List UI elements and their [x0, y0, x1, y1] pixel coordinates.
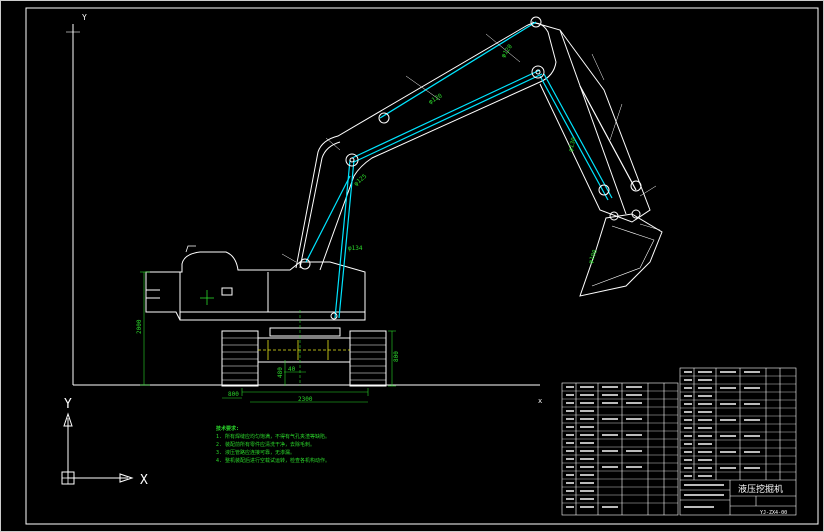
- boom-labels: φ120 φ120 φ130 φ125 φ134 φ100: [348, 43, 599, 265]
- parts-list-table: [561, 382, 679, 516]
- title-block-drawing-no: YJ-ZX4-00: [760, 510, 787, 516]
- undercarriage-hydraulics: [258, 340, 350, 360]
- inner-frame: [25, 7, 819, 525]
- dim-overhang: 800: [228, 391, 239, 398]
- dim-track-height: 800: [393, 351, 400, 362]
- arm: [531, 21, 651, 223]
- dim-track-width: 2300: [298, 396, 313, 403]
- note-item: 2. 装配前所有零件应清洗干净，去除毛刺。: [216, 442, 316, 448]
- note-item: 3. 液压管路应连接可靠，无渗漏。: [216, 450, 296, 456]
- upper-structure: [145, 245, 366, 321]
- note-item: 4. 整机装配后进行空载试运转，检查各机构动作。: [216, 458, 331, 464]
- boom-label: φ120: [500, 43, 514, 59]
- boom-label: φ130: [567, 136, 578, 152]
- dim-height: 2000: [136, 319, 143, 334]
- boom: [295, 22, 557, 271]
- dim-clearance: 480: [277, 367, 284, 378]
- ucs-icon: Y X: [61, 397, 148, 488]
- crawler-tracks: [221, 327, 387, 387]
- ucs-y-label: Y: [64, 397, 72, 412]
- dimension-texts: 2000 800 480 40 800 2300: [136, 319, 400, 403]
- boom-label: φ120: [428, 92, 444, 105]
- technical-notes: 技术要求: 1. 所有焊缝应均匀饱满，不得有气孔夹渣等缺陷。 2. 装配前所有零…: [216, 425, 330, 465]
- coordinate-axes: Y x: [66, 13, 542, 405]
- notes-title: 技术要求:: [216, 426, 240, 432]
- center-mark: [200, 290, 214, 305]
- axis-y-label: Y: [82, 13, 87, 22]
- ucs-x-label: X: [140, 473, 148, 488]
- axis-x-label: x: [538, 397, 542, 405]
- boom-label: φ100: [587, 248, 599, 264]
- note-item: 1. 所有焊缝应均匀饱满，不得有气孔夹渣等缺陷。: [216, 434, 331, 440]
- dim-offset: 40: [288, 366, 296, 373]
- cad-drawing-canvas: Y x Y X φ120 φ120 φ130 φ125 φ134 φ100 20…: [0, 0, 824, 532]
- title-block-main-title: 液压挖掘机: [738, 483, 783, 495]
- boom-label: φ134: [348, 245, 363, 252]
